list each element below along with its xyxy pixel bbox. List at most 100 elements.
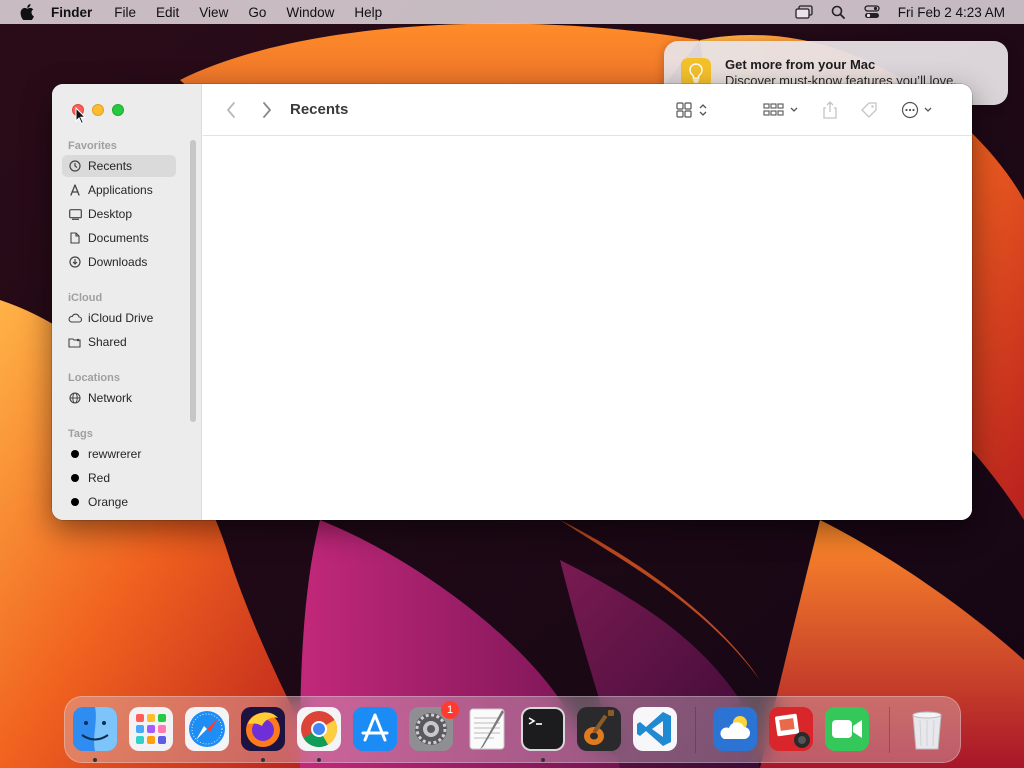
back-icon[interactable]	[221, 98, 241, 122]
menu-clock[interactable]: Fri Feb 2 4:23 AM	[898, 5, 1005, 20]
mouse-pointer-icon	[75, 107, 87, 125]
sidebar-scrollbar[interactable]	[190, 140, 196, 422]
dock-app-weather[interactable]	[712, 706, 758, 752]
textedit-icon	[469, 708, 505, 750]
sidebar-item-label: Documents	[88, 231, 149, 245]
sidebar-section-favorites: Favorites	[68, 140, 117, 152]
sidebar-item-label: Shared	[88, 335, 127, 349]
running-indicator	[93, 758, 97, 762]
tag-icon[interactable]	[858, 98, 880, 122]
trash-icon	[912, 711, 942, 750]
sidebar-item-label: Applications	[88, 183, 153, 197]
dock-app-vscode[interactable]	[632, 706, 678, 752]
finder-icon	[73, 707, 117, 751]
menu-window[interactable]: Window	[286, 5, 334, 20]
sidebar-item-icloud-drive[interactable]: iCloud Drive	[62, 307, 176, 329]
forward-icon[interactable]	[257, 98, 277, 122]
dock-app-launchpad[interactable]	[128, 706, 174, 752]
sidebar-item-label: Desktop	[88, 207, 133, 221]
sidebar-item-network[interactable]: Network	[62, 387, 176, 409]
sidebar-item-label: Downloads	[88, 255, 148, 269]
sidebar-item-recents[interactable]: Recents	[62, 155, 176, 177]
menu-go[interactable]: Go	[248, 5, 266, 20]
sidebar-item-tag-orange[interactable]: Orange	[62, 491, 176, 513]
running-indicator	[541, 758, 545, 762]
maximize-window-button[interactable]	[112, 104, 124, 116]
sidebar-item-label: rewwrerer	[88, 447, 142, 461]
sidebar-item-label: iCloud Drive	[88, 311, 154, 325]
sidebar-item-downloads[interactable]: Downloads	[62, 251, 176, 273]
dock-app-firefox[interactable]	[240, 706, 286, 752]
photo-booth-icon	[769, 707, 813, 751]
menu-bar: Finder File Edit View Go Window Help Fri…	[0, 0, 1024, 24]
finder-window: Favorites Recents Applications Desktop D…	[52, 84, 972, 520]
dock: 1	[64, 696, 961, 763]
dock-app-garageband[interactable]	[576, 706, 622, 752]
control-center-icon[interactable]	[861, 2, 883, 22]
applications-icon	[68, 183, 82, 197]
weather-icon	[713, 707, 757, 751]
more-actions-icon[interactable]	[899, 98, 937, 122]
spotlight-search-icon[interactable]	[827, 2, 849, 22]
desktop-icon	[68, 207, 82, 221]
sidebar-item-applications[interactable]: Applications	[62, 179, 176, 201]
running-indicator	[261, 758, 265, 762]
dock-app-trash[interactable]	[904, 706, 950, 752]
dock-app-photo-booth[interactable]	[768, 706, 814, 752]
sidebar-section-icloud: iCloud	[68, 292, 103, 304]
cloud-icon	[68, 311, 82, 325]
dock-app-chrome[interactable]	[296, 706, 342, 752]
dock-app-finder[interactable]	[72, 706, 118, 752]
menu-view[interactable]: View	[199, 5, 228, 20]
finder-toolbar: Recents	[203, 84, 972, 136]
dock-app-app-store[interactable]	[352, 706, 398, 752]
clock-icon	[68, 159, 82, 173]
document-icon	[68, 231, 82, 245]
download-icon	[68, 255, 82, 269]
window-title: Recents	[290, 101, 349, 118]
sidebar-section-tags: Tags	[68, 428, 93, 440]
sidebar-item-tag-red[interactable]: Red	[62, 467, 176, 489]
sidebar-item-tag-rewwrerer[interactable]: rewwrerer	[62, 443, 176, 465]
dock-separator	[695, 707, 696, 753]
sidebar-item-documents[interactable]: Documents	[62, 227, 176, 249]
dock-app-safari[interactable]	[184, 706, 230, 752]
dock-separator	[889, 707, 890, 753]
tag-color-dot	[71, 450, 79, 458]
dock-app-system-settings[interactable]: 1	[408, 701, 459, 752]
sidebar-item-desktop[interactable]: Desktop	[62, 203, 176, 225]
shared-folder-icon	[68, 335, 82, 349]
sidebar-item-shared[interactable]: Shared	[62, 331, 176, 353]
tag-color-dot	[71, 498, 79, 506]
vscode-icon	[633, 707, 677, 751]
menu-app-finder[interactable]: Finder	[51, 5, 92, 20]
facetime-icon	[825, 707, 869, 751]
launchpad-icon	[129, 707, 173, 751]
display-mirroring-icon[interactable]	[793, 2, 815, 22]
sidebar-section-locations: Locations	[68, 372, 120, 384]
group-icon[interactable]	[761, 98, 803, 122]
sidebar-item-label: Network	[88, 391, 133, 405]
sidebar-item-label: Recents	[88, 159, 133, 173]
tag-color-dot	[71, 474, 79, 482]
safari-icon	[185, 707, 229, 751]
dock-app-terminal[interactable]	[520, 706, 566, 752]
apple-menu-icon[interactable]	[17, 2, 37, 22]
sidebar-item-label: Orange	[88, 495, 129, 509]
dock-app-textedit[interactable]	[464, 706, 510, 752]
sidebar: Favorites Recents Applications Desktop D…	[52, 84, 202, 520]
running-indicator	[317, 758, 321, 762]
dock-app-facetime[interactable]	[824, 706, 870, 752]
menu-edit[interactable]: Edit	[156, 5, 179, 20]
finder-content-area[interactable]	[203, 137, 972, 520]
guitar-icon	[577, 707, 621, 751]
chrome-icon	[297, 707, 341, 751]
menu-help[interactable]: Help	[354, 5, 382, 20]
firefox-icon	[241, 707, 285, 751]
share-icon[interactable]	[819, 98, 841, 122]
menu-file[interactable]: File	[114, 5, 136, 20]
minimize-window-button[interactable]	[92, 104, 104, 116]
view-grid-icon[interactable]	[673, 98, 713, 122]
app-store-icon	[353, 707, 397, 751]
sidebar-item-label: Red	[88, 471, 111, 485]
